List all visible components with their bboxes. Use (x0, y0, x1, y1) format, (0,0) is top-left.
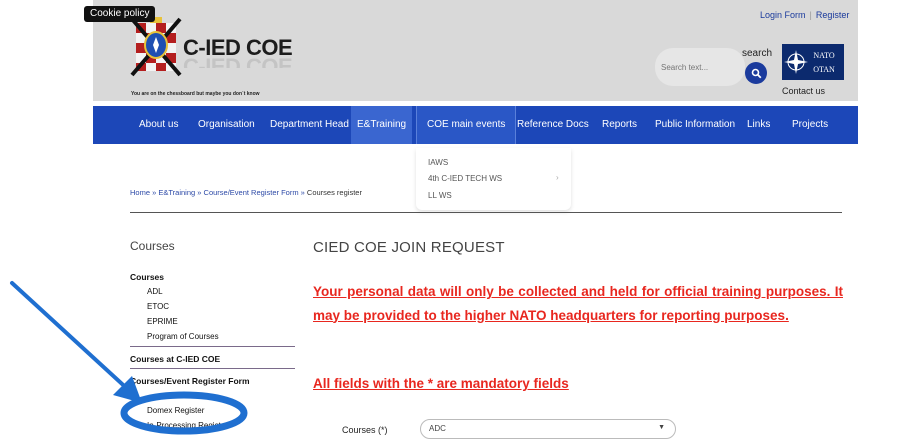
chevron-right-icon: › (556, 173, 559, 182)
crest-logo[interactable] (130, 17, 182, 77)
main-nav: About us Organisation Department Head E&… (93, 106, 858, 144)
top-links-separator: | (809, 10, 812, 20)
breadcrumb-form[interactable]: Course/Event Register Form (204, 188, 299, 197)
sidebar-heading-courses[interactable]: Courses (130, 272, 164, 282)
privacy-notice: Your personal data will only be collecte… (313, 284, 843, 323)
breadcrumb-training[interactable]: E&Training (158, 188, 195, 197)
logo-tagline: You are on the chessboard but maybe you … (131, 91, 260, 97)
search-input[interactable] (661, 63, 739, 72)
sidebar-item-program-of-courses[interactable]: Program of Courses (147, 332, 219, 341)
nav-projects[interactable]: Projects (792, 106, 828, 144)
nav-reports[interactable]: Reports (602, 106, 637, 144)
search-label: search (742, 48, 773, 59)
coe-events-dropdown: IAWS 4th C-IED TECH WS › LL WS (416, 148, 571, 210)
nav-reference-docs[interactable]: Reference Docs (517, 106, 589, 144)
nav-department-head[interactable]: Department Head (270, 106, 349, 144)
sidebar-divider (130, 346, 295, 347)
courses-select[interactable]: ADC ▼ (420, 419, 676, 439)
register-link[interactable]: Register (816, 10, 850, 20)
breadcrumb-home[interactable]: Home (130, 188, 150, 197)
nato-otan-logo[interactable]: NATO OTAN (782, 44, 844, 80)
sidebar-item-domex-register[interactable]: Domex Register (147, 406, 204, 415)
contact-us-link[interactable]: Contact us (782, 86, 825, 96)
sidebar-divider (130, 368, 295, 369)
search-icon (751, 68, 761, 78)
login-link[interactable]: Login Form (760, 10, 806, 20)
sidebar-title: Courses (130, 239, 175, 253)
mandatory-fields-note: All fields with the * are mandatory fiel… (313, 376, 569, 391)
dropdown-arrow-icon: ▼ (658, 424, 665, 431)
nav-public-information[interactable]: Public Information (655, 106, 735, 144)
breadcrumb-current: Courses register (306, 188, 362, 197)
top-links: Login Form | Register (760, 10, 849, 20)
nav-organisation[interactable]: Organisation (198, 106, 255, 144)
dropdown-item-iaws[interactable]: IAWS (428, 158, 448, 167)
sidebar-item-in-processing-register[interactable]: In-Processing Register (147, 421, 228, 430)
sidebar-heading-courses-at-coe[interactable]: Courses at C-IED COE (130, 354, 220, 364)
cookie-policy-button[interactable]: Cookie policy (84, 6, 156, 22)
breadcrumb: Home » E&Training » Course/Event Registe… (130, 188, 362, 197)
nato-text: NATO (813, 51, 834, 60)
logo-title-reflection: C-IED COE (183, 54, 293, 68)
nav-etraining[interactable]: E&Training (351, 106, 413, 144)
sidebar-item-adl[interactable]: ADL (147, 287, 163, 296)
courses-select-value: ADC (429, 424, 446, 433)
nav-links[interactable]: Links (747, 106, 770, 144)
nav-coe-main-events[interactable]: COE main events (416, 106, 517, 144)
sidebar-heading-register-form[interactable]: Courses/Event Register Form (130, 376, 250, 386)
annotation-arrow-icon (10, 281, 142, 403)
nav-about-us[interactable]: About us (139, 106, 178, 144)
breadcrumb-divider (130, 212, 842, 213)
otan-text: OTAN (813, 65, 835, 74)
dropdown-item-ll-ws[interactable]: LL WS (428, 191, 452, 200)
search-button[interactable] (745, 62, 767, 84)
page-title: CIED COE JOIN REQUEST (313, 239, 505, 256)
courses-field-label: Courses (*) (342, 425, 388, 435)
dropdown-item-tech-ws[interactable]: 4th C-IED TECH WS (428, 174, 502, 183)
sidebar-item-etoc[interactable]: ETOC (147, 302, 169, 311)
sidebar-item-eprime[interactable]: EPRIME (147, 317, 178, 326)
